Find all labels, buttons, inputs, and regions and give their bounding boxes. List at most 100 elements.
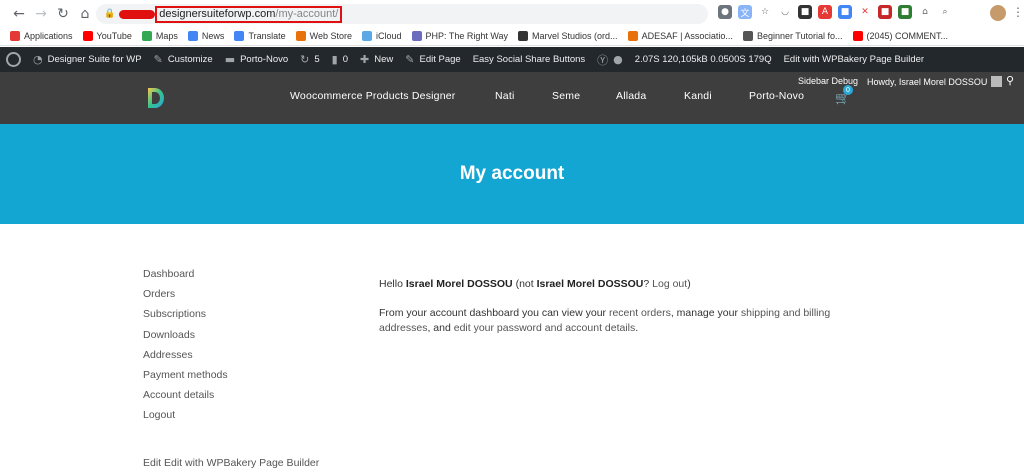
not-text: (not (512, 278, 537, 290)
bookmark-icon (82, 31, 93, 41)
recent-orders-link[interactable]: recent orders (609, 307, 671, 319)
site-header: Sidebar Debug Howdy, Israel Morel DOSSOU… (0, 72, 1024, 124)
admin-comments[interactable]: ▮ 0 (332, 53, 348, 66)
cart-count-badge: 0 (843, 85, 853, 95)
admin-site-name[interactable]: ◔ Designer Suite for WP (33, 53, 142, 66)
redaction-mark (119, 9, 156, 19)
account-nav-logout[interactable]: Logout (143, 409, 228, 429)
admin-yoast[interactable]: Ⓨ ● (597, 52, 623, 68)
account-nav-payment-methods[interactable]: Payment methods (143, 369, 228, 389)
url-path: /my-account/ (275, 8, 339, 20)
bookmark-label: iCloud (375, 31, 402, 41)
bookmark-item[interactable]: iCloud (361, 31, 402, 41)
updates-icon: ↻ (300, 53, 310, 66)
nav-kandi[interactable]: Kandi (684, 90, 712, 102)
account-nav-orders[interactable]: Orders (143, 288, 228, 308)
back-icon[interactable]: ← (8, 3, 30, 25)
extension-icon[interactable]: ■ (878, 5, 892, 19)
bookmark-icon (742, 31, 753, 41)
admin-social-label: Easy Social Share Buttons (472, 54, 586, 65)
bookmark-item[interactable]: Web Store (295, 31, 352, 41)
account-navigation: Dashboard Orders Subscriptions Downloads Add… (143, 268, 228, 430)
nav-porto-novo[interactable]: Porto-Novo (749, 90, 804, 102)
address-bar[interactable]: 🔒 designersuiteforwp.com/my-account/ (96, 4, 708, 24)
plus-icon: ✚ (360, 53, 370, 66)
account-nav-subscriptions[interactable]: Subscriptions (143, 308, 228, 328)
profile-avatar[interactable] (990, 5, 1006, 21)
reload-icon[interactable]: ↻ (52, 3, 74, 25)
logout-link[interactable]: Log out (652, 278, 687, 290)
bookmark-label: News (201, 31, 225, 41)
desc-b: , manage your (670, 307, 741, 319)
nav-nati[interactable]: Nati (495, 90, 514, 102)
nav-seme[interactable]: Seme (552, 90, 580, 102)
account-nav-dashboard[interactable]: Dashboard (143, 268, 228, 288)
lock-icon: 🔒 (104, 9, 116, 19)
bookmark-item[interactable]: YouTube (82, 31, 132, 41)
admin-porto-novo[interactable]: ▬ Porto-Novo (225, 53, 288, 66)
bookmark-item[interactable]: Translate (234, 31, 286, 41)
bookmark-icon (627, 31, 638, 41)
search-icon[interactable]: ⚲ (1006, 74, 1014, 87)
admin-social[interactable]: Easy Social Share Buttons (473, 54, 585, 65)
bookmark-item[interactable]: News (187, 31, 225, 41)
pencil-icon: ✎ (405, 53, 415, 66)
pocket-icon[interactable]: ◡ (778, 5, 792, 19)
bookmark-item[interactable]: Applications (10, 31, 73, 41)
admin-site-name-label: Designer Suite for WP (47, 54, 142, 65)
desc-c: , and (427, 322, 454, 334)
extension-icon[interactable]: ✕ (858, 5, 872, 19)
account-details-link[interactable]: edit your password and account details (454, 322, 636, 334)
bookmark-item[interactable]: Marvel Studios (ord... (518, 31, 618, 41)
extension-icon[interactable]: ■ (898, 5, 912, 19)
logout-question: ? (643, 278, 653, 290)
admin-new[interactable]: ✚ New (360, 53, 393, 66)
wordpress-icon[interactable] (6, 52, 21, 67)
forward-icon[interactable]: → (30, 3, 52, 25)
account-nav-account-details[interactable]: Account details (143, 389, 228, 409)
home-icon[interactable]: ⌂ (74, 3, 96, 25)
admin-stats[interactable]: 2.07S 120,105kB 0.0500S 179Q (635, 54, 772, 65)
admin-customize-label: Customize (167, 54, 213, 65)
bookmark-icon (411, 31, 422, 41)
extension-icon[interactable]: ■ (838, 5, 852, 19)
bookmark-item[interactable]: Beginner Tutorial fo... (742, 31, 843, 41)
bookmark-label: ADESAF | Associatio... (641, 31, 733, 41)
bookmark-item[interactable]: PHP: The Right Way (411, 31, 508, 41)
comment-icon: ▮ (331, 53, 338, 66)
admin-wpbakery[interactable]: Edit with WPBakery Page Builder (784, 54, 924, 65)
dashboard-description: From your account dashboard you can view… (379, 306, 849, 336)
search-icon[interactable]: ⌕ (938, 5, 952, 19)
bookmark-icon (10, 31, 20, 41)
site-logo[interactable] (146, 86, 166, 110)
admin-updates[interactable]: ↻ 5 (300, 53, 320, 66)
admin-customize[interactable]: ✎ Customize (154, 53, 213, 66)
extension-icon[interactable]: ■ (798, 5, 812, 19)
account-nav-addresses[interactable]: Addresses (143, 349, 228, 369)
bookmark-item[interactable]: ADESAF | Associatio... (627, 31, 733, 41)
translate-icon[interactable]: 文 (738, 5, 752, 19)
bookmark-label: YouTube (96, 31, 132, 41)
extension-icons: ● 文 ☆ ◡ ■ A ■ ✕ ■ ■ ⌂ ⌕ (718, 5, 952, 19)
extension-icon[interactable]: ● (718, 5, 732, 19)
howdy-user[interactable]: Howdy, Israel Morel DOSSOU (867, 76, 1003, 87)
adblock-icon[interactable]: A (818, 5, 832, 19)
username-2: Israel Morel DOSSOU (536, 278, 644, 290)
admin-edit-page[interactable]: ✎ Edit Page (405, 53, 460, 66)
nav-allada[interactable]: Allada (616, 90, 646, 102)
menu-icon[interactable]: ⋮ (1012, 5, 1024, 19)
bookmark-item[interactable]: (2045) COMMENT... (852, 31, 948, 41)
bookmark-item[interactable]: Maps (141, 31, 178, 41)
footer-edit-link[interactable]: Edit Edit with WPBakery Page Builder (143, 457, 319, 469)
folder-icon: ▬ (224, 53, 236, 66)
account-nav-downloads[interactable]: Downloads (143, 329, 228, 349)
bookmark-icon (141, 31, 152, 41)
close-paren: ) (687, 278, 691, 290)
bookmark-label: Maps (155, 31, 178, 41)
star-icon[interactable]: ☆ (758, 5, 772, 19)
nav-woocommerce-products-designer[interactable]: Woocommerce Products Designer (290, 90, 456, 102)
url-host: designersuiteforwp.com (159, 8, 276, 20)
home-outline-icon[interactable]: ⌂ (918, 5, 932, 19)
bookmark-icon (187, 31, 198, 41)
admin-wpbakery-label: Edit with WPBakery Page Builder (783, 54, 925, 65)
